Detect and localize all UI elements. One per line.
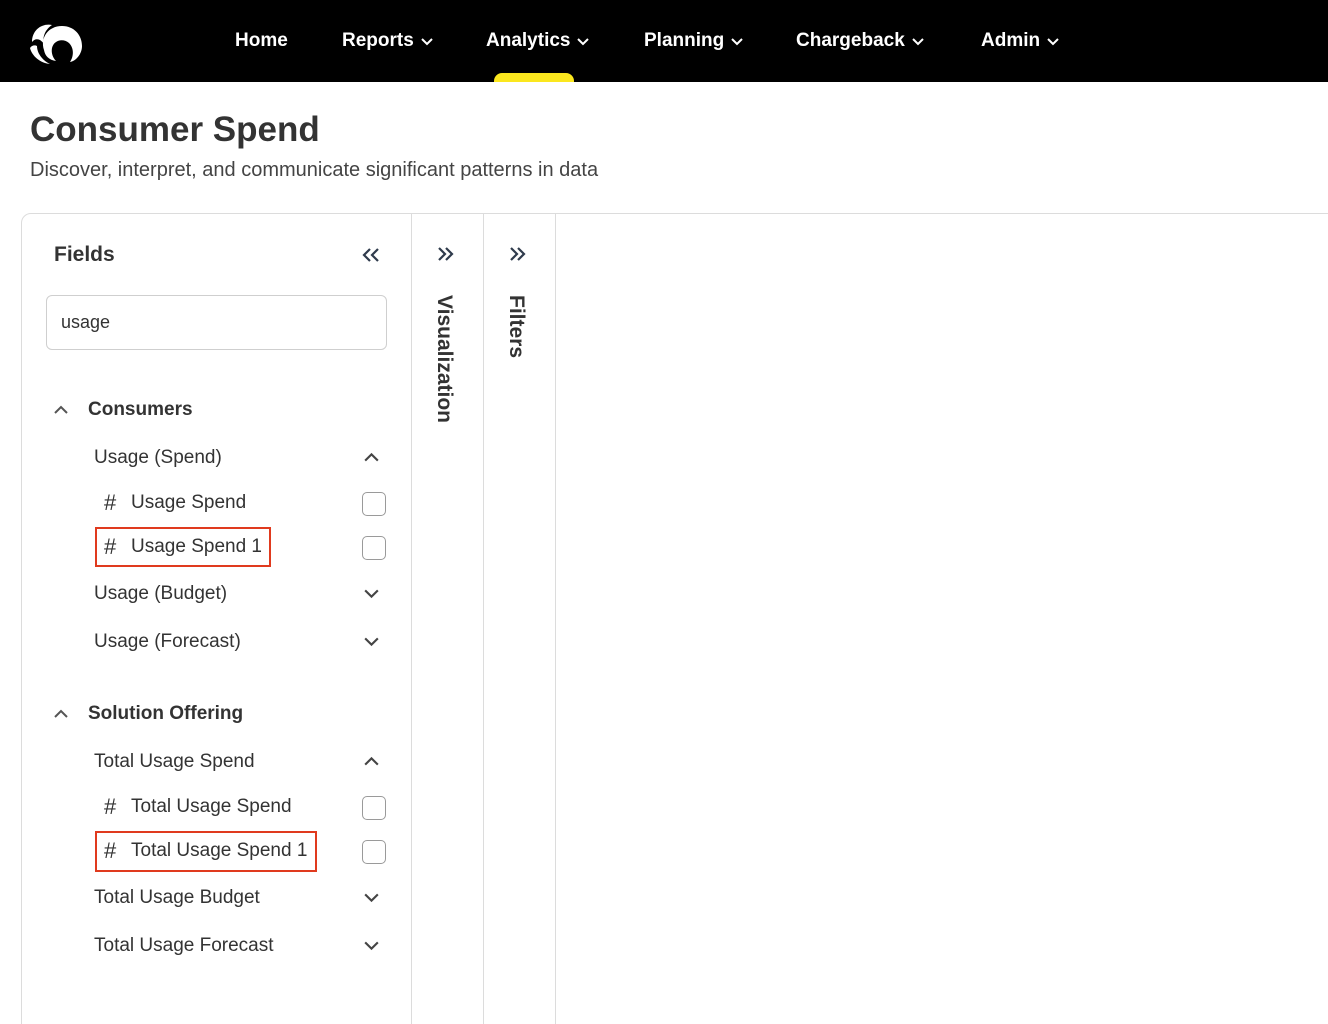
field-label: Usage Spend <box>131 492 247 513</box>
numeric-field-icon: # <box>104 490 117 515</box>
nav-chargeback[interactable]: Chargeback <box>796 28 925 54</box>
fields-panel-title: Fields <box>54 243 115 266</box>
chevron-up-icon[interactable] <box>52 705 70 723</box>
nav-admin-label: Admin <box>981 30 1041 51</box>
field-checkbox[interactable] <box>362 840 386 864</box>
nav-planning-label: Planning <box>644 30 725 51</box>
group-consumers[interactable]: Consumers <box>88 399 193 421</box>
subgroup-total-usage-forecast[interactable]: Total Usage Forecast <box>94 935 274 957</box>
nav-home[interactable]: Home <box>235 28 288 54</box>
expand-filters-icon[interactable] <box>508 244 528 264</box>
chevron-up-icon[interactable] <box>362 752 381 771</box>
subgroup-usage-budget[interactable]: Usage (Budget) <box>94 583 227 605</box>
nav-reports-label: Reports <box>342 30 414 51</box>
page-title: Consumer Spend <box>30 110 320 149</box>
subgroup-total-usage-budget[interactable]: Total Usage Budget <box>94 887 260 909</box>
nav-planning[interactable]: Planning <box>644 28 744 54</box>
field-label: Usage Spend 1 <box>131 536 262 557</box>
group-solution-offering[interactable]: Solution Offering <box>88 703 243 725</box>
active-nav-indicator <box>494 73 574 82</box>
chevron-down-icon <box>1047 38 1059 46</box>
subgroup-usage-forecast[interactable]: Usage (Forecast) <box>94 631 241 653</box>
filters-panel-label[interactable]: Filters <box>504 295 528 358</box>
numeric-field-icon: # <box>104 838 117 863</box>
nav-reports[interactable]: Reports <box>342 28 434 54</box>
field-checkbox[interactable] <box>362 492 386 516</box>
nav-analytics[interactable]: Analytics <box>486 28 590 54</box>
chevron-down-icon <box>577 38 590 46</box>
nav-admin[interactable]: Admin <box>981 28 1060 54</box>
field-label: Total Usage Spend <box>131 796 292 817</box>
field-usage-spend[interactable]: # Usage Spend <box>104 490 246 516</box>
chevron-down-icon <box>731 38 743 46</box>
brand-logo-icon[interactable] <box>26 20 84 66</box>
field-usage-spend-1[interactable]: # Usage Spend 1 <box>104 534 262 560</box>
field-label: Total Usage Spend 1 <box>131 840 308 861</box>
chevron-down-icon <box>912 38 924 46</box>
subgroup-usage-spend[interactable]: Usage (Spend) <box>94 447 222 469</box>
fields-search-input[interactable] <box>46 295 387 350</box>
field-checkbox[interactable] <box>362 796 386 820</box>
field-total-usage-spend-1[interactable]: # Total Usage Spend 1 <box>104 838 307 864</box>
chevron-down-icon <box>421 38 433 46</box>
numeric-field-icon: # <box>104 534 117 559</box>
chevron-up-icon[interactable] <box>362 448 381 467</box>
page-subtitle: Discover, interpret, and communicate sig… <box>30 159 599 181</box>
expand-visualization-icon[interactable] <box>436 244 456 264</box>
nav-analytics-label: Analytics <box>486 30 571 51</box>
visualization-panel-label[interactable]: Visualization <box>432 295 456 423</box>
nav-chargeback-label: Chargeback <box>796 30 905 51</box>
chevron-down-icon[interactable] <box>362 584 381 603</box>
top-navigation-bar: Home Reports Analytics Planning Chargeba… <box>0 0 1328 82</box>
chevron-down-icon[interactable] <box>362 632 381 651</box>
field-checkbox[interactable] <box>362 536 386 560</box>
chevron-up-icon[interactable] <box>52 401 70 419</box>
chevron-down-icon[interactable] <box>362 888 381 907</box>
chevron-down-icon[interactable] <box>362 936 381 955</box>
nav-home-label: Home <box>235 30 288 51</box>
subgroup-total-usage-spend[interactable]: Total Usage Spend <box>94 751 255 773</box>
numeric-field-icon: # <box>104 794 117 819</box>
collapse-panel-icon[interactable] <box>360 244 382 266</box>
field-total-usage-spend[interactable]: # Total Usage Spend <box>104 794 292 820</box>
